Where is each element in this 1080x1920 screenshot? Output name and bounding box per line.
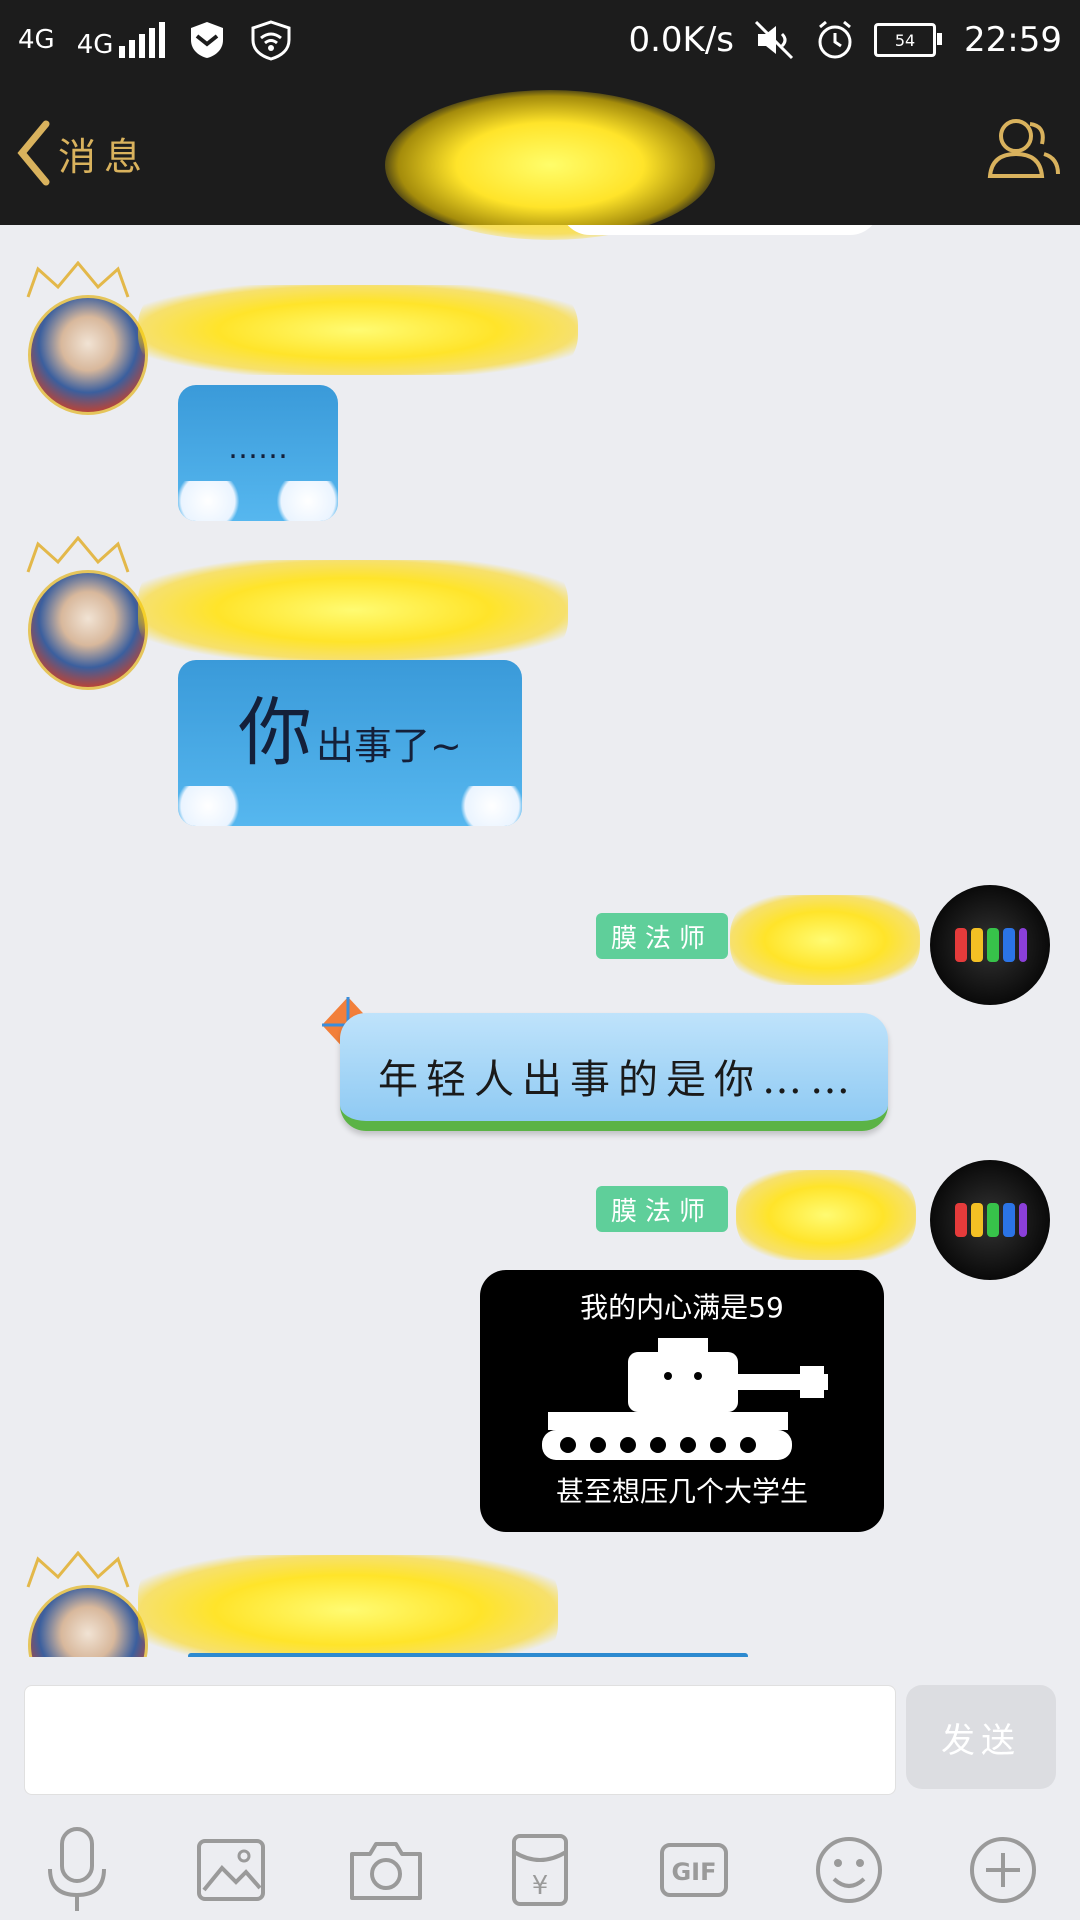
status-bar: 4G 4G 0.0K/s 54 22:59	[0, 0, 1080, 80]
spectrum-image	[955, 1203, 1027, 1237]
sender-name-redacted	[730, 895, 920, 985]
gif-label: GIF	[672, 1858, 717, 1886]
sticker-small-text: 出事了~	[316, 724, 462, 768]
meme-top-text: 我的内心满是59	[580, 1291, 784, 1324]
shield-icon	[191, 22, 224, 58]
sticker-bubble[interactable]: ……	[178, 385, 338, 521]
alarm-icon	[818, 20, 852, 59]
pixel-tank-image	[542, 1338, 828, 1460]
group-members-icon	[987, 119, 1060, 178]
mute-icon	[754, 20, 794, 60]
spectrum-image	[955, 928, 1027, 962]
camera-icon	[349, 1842, 422, 1900]
gif-icon: GIF	[660, 1843, 729, 1897]
sticker-big-text: 你	[238, 690, 312, 776]
chat-title-redacted	[385, 90, 715, 240]
previous-message-edge	[560, 225, 880, 235]
back-label: 消息	[58, 134, 151, 179]
signal-bars-icon	[119, 22, 166, 58]
input-toolbar: ¥ GIF	[0, 1825, 1080, 1915]
member-title-badge: 膜法师	[596, 913, 728, 959]
clock: 22:59	[964, 20, 1062, 60]
meme-bottom-text: 甚至想压几个大学生	[555, 1475, 808, 1508]
network-signal: 4G	[77, 22, 166, 58]
wifi-shield-icon	[251, 20, 291, 61]
message-input[interactable]	[24, 1685, 896, 1795]
message-text: 年轻人出事的是你……	[378, 1057, 858, 1103]
emoji-icon	[815, 1837, 882, 1903]
sender-name-redacted	[138, 560, 568, 660]
back-button[interactable]: 消息	[14, 118, 150, 188]
more-button[interactable]	[958, 1825, 1048, 1915]
status-left: 4G 4G	[18, 12, 293, 68]
network-type-1: 4G	[18, 25, 55, 55]
mic-icon	[48, 1827, 107, 1911]
meme-image-message[interactable]: 我的内心满是59 甚至想压几个大学生	[480, 1270, 884, 1532]
battery-level: 54	[894, 30, 916, 50]
image-icon	[197, 1839, 266, 1901]
sender-avatar[interactable]	[28, 570, 148, 690]
gif-button[interactable]: GIF	[649, 1825, 739, 1915]
chevron-left-icon	[17, 120, 50, 186]
input-area: 发送 ¥ GIF	[0, 1657, 1080, 1920]
my-avatar[interactable]	[930, 1160, 1050, 1280]
red-packet-icon: ¥	[511, 1834, 568, 1906]
plus-icon	[969, 1837, 1036, 1903]
chat-header: 消息	[0, 80, 1080, 240]
red-packet-label: ¥	[532, 1871, 549, 1901]
sender-name-redacted	[138, 285, 578, 375]
send-button[interactable]: 发送	[906, 1685, 1056, 1789]
red-packet-button[interactable]: ¥	[495, 1825, 585, 1915]
sender-name-redacted	[138, 1555, 558, 1657]
sticker-text: ……	[228, 431, 288, 466]
network-type-2: 4G	[76, 30, 114, 60]
network-speed: 0.0K/s	[628, 20, 735, 60]
sticker-bubble[interactable]: 你 出事了~	[178, 660, 522, 826]
status-right: 0.0K/s 54 22:59	[628, 12, 1062, 68]
camera-button[interactable]	[341, 1825, 431, 1915]
image-button[interactable]	[186, 1825, 276, 1915]
emoji-button[interactable]	[804, 1825, 894, 1915]
battery-icon: 54	[874, 23, 943, 57]
group-members-button[interactable]	[982, 110, 1062, 194]
sender-avatar[interactable]	[28, 1585, 148, 1657]
sender-name-redacted	[736, 1170, 916, 1260]
my-avatar[interactable]	[930, 885, 1050, 1005]
member-title-badge: 膜法师	[596, 1186, 728, 1232]
text-message-bubble[interactable]: 年轻人出事的是你……	[340, 1013, 888, 1131]
voice-button[interactable]	[32, 1825, 122, 1915]
sender-avatar[interactable]	[28, 295, 148, 415]
sticker-content: 你 出事了~	[238, 696, 462, 770]
chat-message-list[interactable]: …… 你 出事了~ 膜法师 年轻人出事的是你…… 膜法师 我的内心满是59 甚至…	[0, 225, 1080, 1657]
